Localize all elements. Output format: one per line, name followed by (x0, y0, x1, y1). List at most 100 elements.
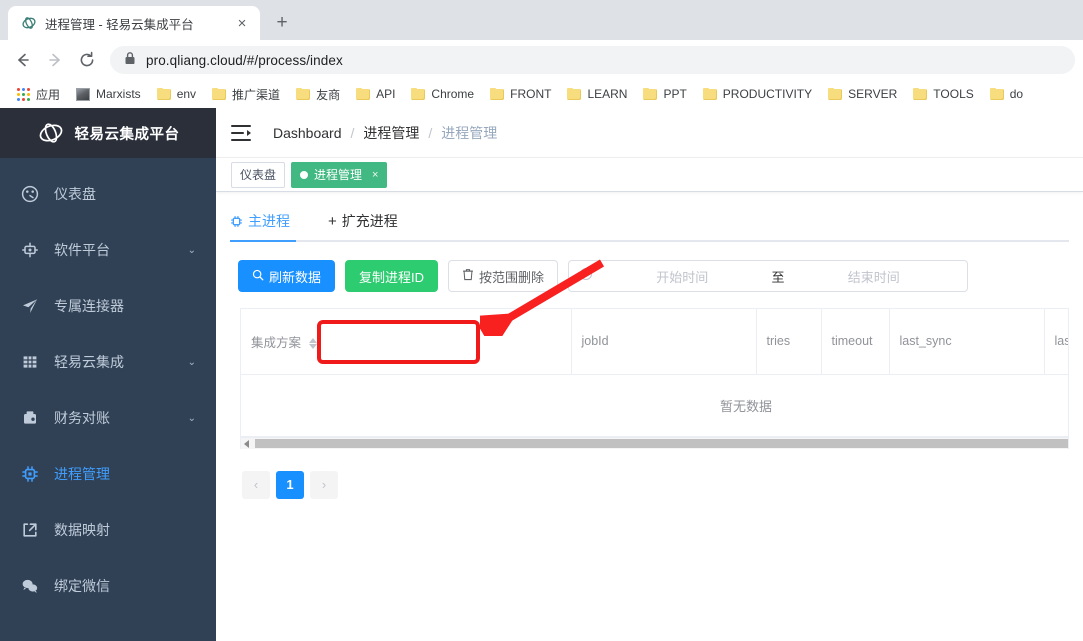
chevron-down-icon: ⌄ (187, 412, 196, 424)
column-header-last-w: last_w (1044, 309, 1068, 375)
date-range-picker[interactable]: 开始时间 至 结束时间 (568, 260, 969, 292)
range-delete-button[interactable]: 按范围删除 (448, 260, 559, 292)
new-tab-button[interactable]: + (268, 9, 296, 37)
folder-icon (989, 88, 1004, 100)
column-header-timeout: timeout (821, 309, 890, 375)
pagination-next[interactable]: › (310, 470, 338, 499)
forward-button[interactable] (40, 45, 70, 75)
horizontal-scrollbar[interactable] (241, 436, 1068, 449)
cpu-icon (20, 464, 40, 484)
tag-label: 进程管理 (314, 168, 363, 182)
bookmark-chrome[interactable]: Chrome (403, 85, 482, 103)
clock-icon (579, 267, 593, 286)
column-header-last-sync: last_sync (889, 309, 1045, 375)
bookmark-youshang[interactable]: 友商 (288, 84, 348, 105)
tab-main-process[interactable]: 主进程 (230, 201, 310, 241)
folder-icon (156, 88, 171, 100)
bookmark-apps[interactable]: 应用 (8, 84, 68, 105)
empty-state-text: 暂无数据 (241, 374, 1068, 437)
bookmark-env[interactable]: env (149, 85, 204, 103)
process-tabs: 主进程 + 扩充进程 (230, 202, 1069, 242)
bookmark-front[interactable]: FRONT (482, 85, 559, 103)
folder-icon (296, 88, 311, 100)
folder-icon (702, 88, 717, 100)
folder-icon (567, 88, 582, 100)
sidebar-item-data-mapping[interactable]: 数据映射 (0, 502, 216, 558)
bookmark-productivity[interactable]: PRODUCTIVITY (695, 85, 820, 103)
plus-icon: + (328, 212, 337, 230)
sidebar-item-label: 仪表盘 (54, 186, 96, 202)
bookmark-learn[interactable]: LEARN (559, 85, 635, 103)
tag-process-management[interactable]: 进程管理 × (291, 161, 388, 188)
bookmark-label: do (1009, 87, 1024, 101)
collapse-menu-icon[interactable] (231, 124, 251, 141)
sidebar-item-financial-reconciliation[interactable]: 财务对账 ⌄ (0, 390, 216, 446)
reload-button[interactable] (72, 45, 102, 75)
breadcrumb: Dashboard / 进程管理 / 进程管理 (273, 123, 497, 143)
wallet-icon (20, 408, 40, 428)
folder-icon (643, 88, 658, 100)
tab-strip: 进程管理 - 轻易云集成平台 × + (0, 0, 1083, 40)
active-dot-icon (300, 170, 309, 179)
tags-view: 仪表盘 进程管理 × (216, 158, 1083, 192)
sidebar-menu: 仪表盘 软件平台 ⌄ 专属连接器 轻易云集成 ⌄ 财务对账 ⌄ 进程管理 数据映… (0, 158, 216, 614)
tag-label: 仪表盘 (240, 168, 277, 182)
browser-chrome: 进程管理 - 轻易云集成平台 × + pro.qliang.cloud/#/pr… (0, 0, 1083, 108)
bookmark-label: API (376, 87, 396, 101)
folder-icon (356, 88, 371, 100)
back-button[interactable] (8, 45, 38, 75)
sidebar-item-process-management[interactable]: 进程管理 (0, 446, 216, 502)
folder-icon (490, 88, 505, 100)
copy-process-id-button[interactable]: 复制进程ID (345, 260, 439, 292)
bookmark-server[interactable]: SERVER (820, 85, 905, 103)
table-body: 暂无数据 (241, 374, 1068, 437)
pagination-page-1[interactable]: 1 (276, 470, 304, 499)
bookmark-label: 友商 (316, 87, 341, 102)
browser-tab[interactable]: 进程管理 - 轻易云集成平台 × (8, 6, 260, 40)
close-icon[interactable]: × (232, 13, 252, 33)
lock-icon (124, 51, 136, 70)
bookmark-tools[interactable]: TOOLS (905, 85, 981, 103)
sidebar-item-label: 轻易云集成 (54, 354, 124, 370)
breadcrumb-item[interactable]: 进程管理 (363, 123, 419, 143)
brand-header[interactable]: 轻易云集成平台 (0, 108, 216, 158)
sidebar-item-dedicated-connector[interactable]: 专属连接器 (0, 278, 216, 334)
sidebar-item-qingyiyun-integration[interactable]: 轻易云集成 ⌄ (0, 334, 216, 390)
platform-icon (20, 240, 40, 260)
end-time-input[interactable]: 结束时间 (791, 267, 958, 286)
filter-toolbar: 刷新数据 复制进程ID 按范围删除 开始时间 至 结束时间 (230, 242, 1069, 292)
tag-dashboard[interactable]: 仪表盘 (231, 161, 286, 188)
folder-icon (411, 88, 426, 100)
breadcrumb-item[interactable]: Dashboard (273, 125, 342, 141)
sidebar-item-dashboard[interactable]: 仪表盘 (0, 166, 216, 222)
bookmark-ppt[interactable]: PPT (635, 85, 694, 103)
active-tab-underline (230, 240, 296, 242)
bookmark-tuiguangqudao[interactable]: 推广渠道 (204, 84, 288, 105)
bookmark-label: SERVER (848, 87, 898, 101)
bookmark-label: 推广渠道 (232, 87, 281, 102)
pagination-prev[interactable]: ‹ (242, 470, 270, 499)
tab-title: 进程管理 - 轻易云集成平台 (45, 17, 194, 32)
folder-icon (828, 88, 843, 100)
close-icon[interactable]: × (372, 169, 378, 181)
sidebar-item-bind-wechat[interactable]: 绑定微信 (0, 558, 216, 614)
start-time-input[interactable]: 开始时间 (599, 267, 766, 286)
globe-icon (20, 15, 37, 32)
bookmark-api[interactable]: API (348, 85, 403, 103)
scrollbar-thumb[interactable] (255, 438, 1068, 448)
brand-title: 轻易云集成平台 (74, 126, 180, 143)
bookmark-do[interactable]: do (982, 85, 1031, 103)
tab-expand-process[interactable]: + 扩充进程 (310, 201, 416, 241)
scroll-left-arrow-icon[interactable] (244, 439, 249, 448)
table-head: 集成方案 jobId tries timeout last_sync last_… (241, 309, 1068, 375)
sort-arrows-icon[interactable] (308, 337, 317, 349)
column-label: 集成方案 (251, 335, 302, 350)
sidebar-item-software-platform[interactable]: 软件平台 ⌄ (0, 222, 216, 278)
bookmark-marxists[interactable]: Marxists (68, 85, 149, 103)
sidebar-item-label: 进程管理 (54, 466, 110, 482)
bookmark-label: 应用 (36, 87, 61, 102)
refresh-data-button[interactable]: 刷新数据 (238, 260, 336, 292)
table-element: 集成方案 jobId tries timeout last_sync last_… (241, 309, 1068, 437)
column-header-scheme[interactable]: 集成方案 (241, 309, 572, 375)
address-bar[interactable]: pro.qliang.cloud/#/process/index (110, 46, 1075, 74)
